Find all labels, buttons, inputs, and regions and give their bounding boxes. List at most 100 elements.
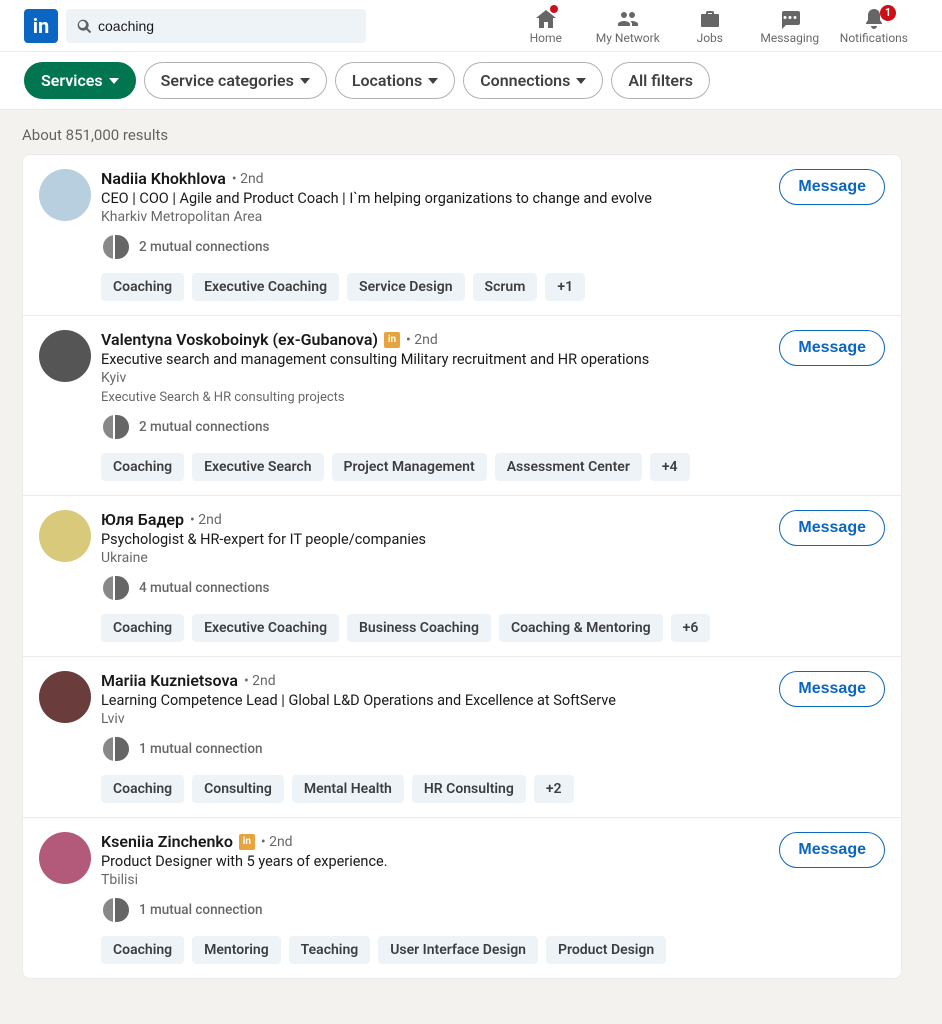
nav-jobs-label: Jobs [697,31,723,45]
result-name[interactable]: Nadiia Khokhlova [101,169,226,188]
search-icon [76,18,92,34]
service-tag[interactable]: +6 [671,614,711,642]
avatar[interactable] [39,330,91,382]
location: Kharkiv Metropolitan Area [101,209,769,225]
tags: Coaching Consulting Mental Health HR Consul… [101,775,769,803]
connection-degree: • 2nd [244,673,276,689]
search-input[interactable] [98,18,356,34]
nav-home[interactable]: Home [506,7,586,45]
service-tag[interactable]: Coaching [101,936,184,964]
home-dot-badge [550,5,558,13]
mutual-connections[interactable]: 4 mutual connections [101,574,769,602]
mutual-connections[interactable]: 1 mutual connection [101,896,769,924]
avatar-pile-icon [101,413,131,441]
avatar[interactable] [39,510,91,562]
caret-icon [109,78,119,84]
result-body: Nadiia Khokhlova • 2ndCEO | COO | Agile … [101,169,769,301]
nav-messaging[interactable]: Messaging [750,7,830,45]
linkedin-logo[interactable]: in [24,9,58,43]
filter-locations[interactable]: Locations [335,62,455,99]
result-name[interactable]: Valentyna Voskoboinyk (ex-Gubanova) [101,330,378,349]
mutual-text: 4 mutual connections [139,580,269,596]
mutual-text: 1 mutual connection [139,902,263,918]
headline: CEO | COO | Agile and Product Coach | I`… [101,190,769,207]
service-tag[interactable]: Coaching [101,614,184,642]
connection-degree: • 2nd [261,834,293,850]
nav-jobs[interactable]: Jobs [670,7,750,45]
location: Tbilisi [101,872,769,888]
service-tag[interactable]: +4 [650,453,690,481]
result-row: Nadiia Khokhlova • 2ndCEO | COO | Agile … [23,155,901,316]
filter-all[interactable]: All filters [611,62,710,99]
service-tag[interactable]: Coaching [101,775,184,803]
nav-messaging-label: Messaging [760,31,819,45]
service-tag[interactable]: Coaching [101,453,184,481]
service-tag[interactable]: Business Coaching [347,614,491,642]
message-button[interactable]: Message [779,510,885,546]
message-button[interactable]: Message [779,169,885,205]
result-name[interactable]: Kseniia Zinchenko [101,832,233,851]
headline: Psychologist & HR-expert for IT people/c… [101,531,769,548]
service-tag[interactable]: Product Design [546,936,666,964]
caret-icon [428,78,438,84]
service-tag[interactable]: Scrum [473,273,538,301]
main: About 851,000 results Nadiia Khokhlova •… [0,110,942,995]
service-tag[interactable]: +1 [545,273,585,301]
avatar[interactable] [39,832,91,884]
service-tag[interactable]: Teaching [289,936,371,964]
tags: Coaching Mentoring TeachingUser Interface … [101,936,769,964]
service-tag[interactable]: Consulting [192,775,284,803]
jobs-icon [698,7,722,31]
tags: Coaching Executive Coaching Business Coach… [101,614,769,642]
service-tag[interactable]: Service Design [347,273,464,301]
search-box[interactable] [66,9,366,43]
nav-network-label: My Network [596,31,660,45]
service-tag[interactable]: User Interface Design [378,936,538,964]
avatar-pile-icon [101,233,131,261]
service-tag[interactable]: Project Management [332,453,487,481]
premium-badge-icon: in [384,332,400,348]
service-tag[interactable]: Coaching & Mentoring [499,614,663,642]
service-tag[interactable]: Executive Coaching [192,614,339,642]
top-nav: Home My Network Jobs Messaging 1 Notific… [506,7,918,45]
service-tag[interactable]: Assessment Center [495,453,642,481]
result-name[interactable]: Юля Бадер [101,510,184,529]
service-tag[interactable]: Mentoring [192,936,281,964]
service-tag[interactable]: Executive Search [192,453,323,481]
connection-degree: • 2nd [190,512,222,528]
filter-categories[interactable]: Service categories [144,62,327,99]
result-body: Юля Бадер • 2nd Psychologist & HR-expert … [101,510,769,642]
avatar[interactable] [39,169,91,221]
avatar-pile-icon [101,896,131,924]
result-body: Kseniia Zinchenkoin • 2ndProduct Designe… [101,832,769,964]
message-button[interactable]: Message [779,671,885,707]
result-name[interactable]: Mariia Kuznietsova [101,671,238,690]
nav-notifications[interactable]: 1 Notifications [830,7,918,45]
headline: Learning Competence Lead | Global L&D Op… [101,692,769,709]
results-count: About 851,000 results [22,126,920,144]
service-tag[interactable]: +2 [534,775,574,803]
notif-badge: 1 [880,5,896,21]
service-tag[interactable]: Coaching [101,273,184,301]
mutual-text: 2 mutual connections [139,419,269,435]
service-tag[interactable]: Executive Coaching [192,273,339,301]
filter-connections[interactable]: Connections [463,62,603,99]
mutual-connections[interactable]: 2 mutual connections [101,413,769,441]
tags: Coaching Executive Search Project Manageme… [101,453,769,481]
service-tag[interactable]: Mental Health [292,775,404,803]
mutual-connections[interactable]: 1 mutual connection [101,735,769,763]
result-row: Valentyna Voskoboinyk (ex-Gubanova)in • … [23,316,901,496]
filter-services[interactable]: Services [24,62,136,99]
mutual-connections[interactable]: 2 mutual connections [101,233,769,261]
message-button[interactable]: Message [779,330,885,366]
message-button[interactable]: Message [779,832,885,868]
headline: Product Designer with 5 years of experie… [101,853,769,870]
service-tag[interactable]: HR Consulting [412,775,526,803]
header: in Home My Network Jobs Messaging 1 Noti… [0,0,942,52]
location: Kyiv [101,370,769,386]
nav-network[interactable]: My Network [586,7,670,45]
results-card: Nadiia Khokhlova • 2nd CEO | COO | Agile … [22,154,902,979]
extra-info: Executive Search & HR consulting project… [101,390,769,405]
result-row: Kseniia Zinchenkoin • 2ndProduct Designe… [23,818,901,978]
avatar[interactable] [39,671,91,723]
